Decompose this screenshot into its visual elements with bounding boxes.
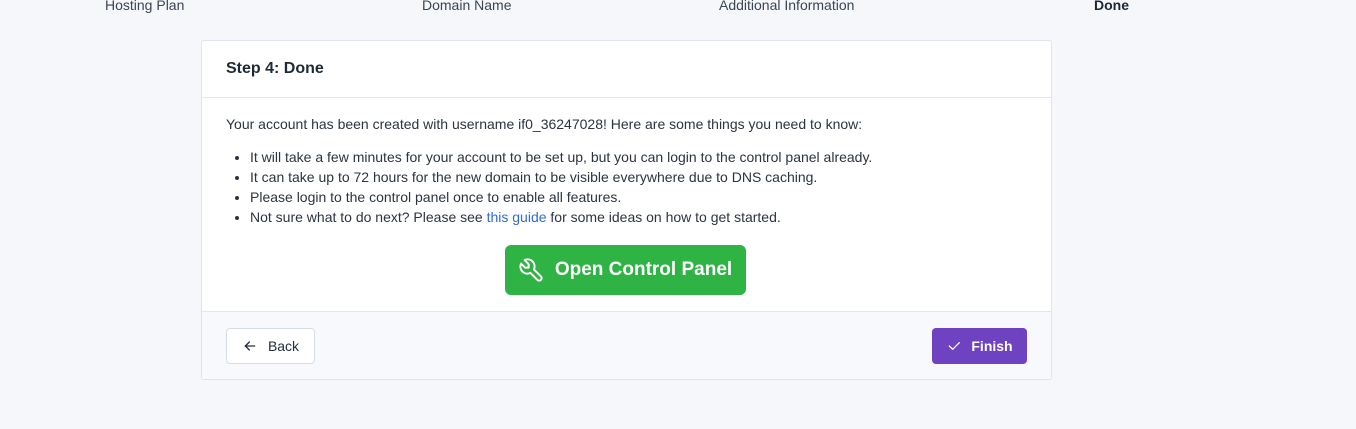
guide-suffix: for some ideas on how to get started.	[546, 209, 781, 225]
back-button[interactable]: Back	[226, 328, 315, 364]
username: if0_36247028	[518, 116, 603, 132]
list-item: Please login to the control panel once t…	[250, 187, 1027, 207]
wrench-icon	[517, 256, 545, 284]
done-card: Step 4: Done Your account has been creat…	[201, 40, 1052, 380]
card-body: Your account has been created with usern…	[202, 98, 1051, 312]
info-list: It will take a few minutes for your acco…	[226, 147, 1027, 227]
wizard-steps: Hosting Plan Domain Name Additional Info…	[0, 0, 1356, 13]
guide-prefix: Not sure what to do next? Please see	[250, 209, 487, 225]
list-item-text: It can take up to 72 hours for the new d…	[250, 169, 818, 185]
card-header: Step 4: Done	[202, 41, 1051, 98]
intro-suffix: ! Here are some things you need to know:	[603, 116, 863, 132]
back-label: Back	[267, 338, 300, 354]
account-created-message: Your account has been created with usern…	[226, 115, 1027, 133]
step-domain-name: Domain Name	[422, 0, 512, 13]
open-control-panel-button[interactable]: Open Control Panel	[504, 245, 747, 295]
list-item-text: It will take a few minutes for your acco…	[250, 149, 873, 165]
check-icon	[946, 338, 962, 354]
step-done: Done	[1094, 0, 1129, 13]
finish-button[interactable]: Finish	[932, 328, 1027, 364]
card-title: Step 4: Done	[226, 60, 324, 77]
list-item: Not sure what to do next? Please see thi…	[250, 207, 1027, 227]
step-additional-information: Additional Information	[719, 0, 855, 13]
arrow-left-icon	[242, 338, 258, 354]
step-hosting-plan: Hosting Plan	[105, 0, 185, 13]
control-panel-button-wrap: Open Control Panel	[226, 245, 1027, 295]
list-item-text: Please login to the control panel once t…	[250, 189, 622, 205]
open-control-panel-label: Open Control Panel	[554, 259, 733, 280]
finish-label: Finish	[971, 338, 1013, 354]
list-item: It can take up to 72 hours for the new d…	[250, 167, 1027, 187]
card-footer: Back Finish	[202, 311, 1051, 379]
list-item: It will take a few minutes for your acco…	[250, 147, 1027, 167]
guide-link[interactable]: this guide	[487, 209, 547, 225]
intro-prefix: Your account has been created with usern…	[226, 116, 519, 132]
